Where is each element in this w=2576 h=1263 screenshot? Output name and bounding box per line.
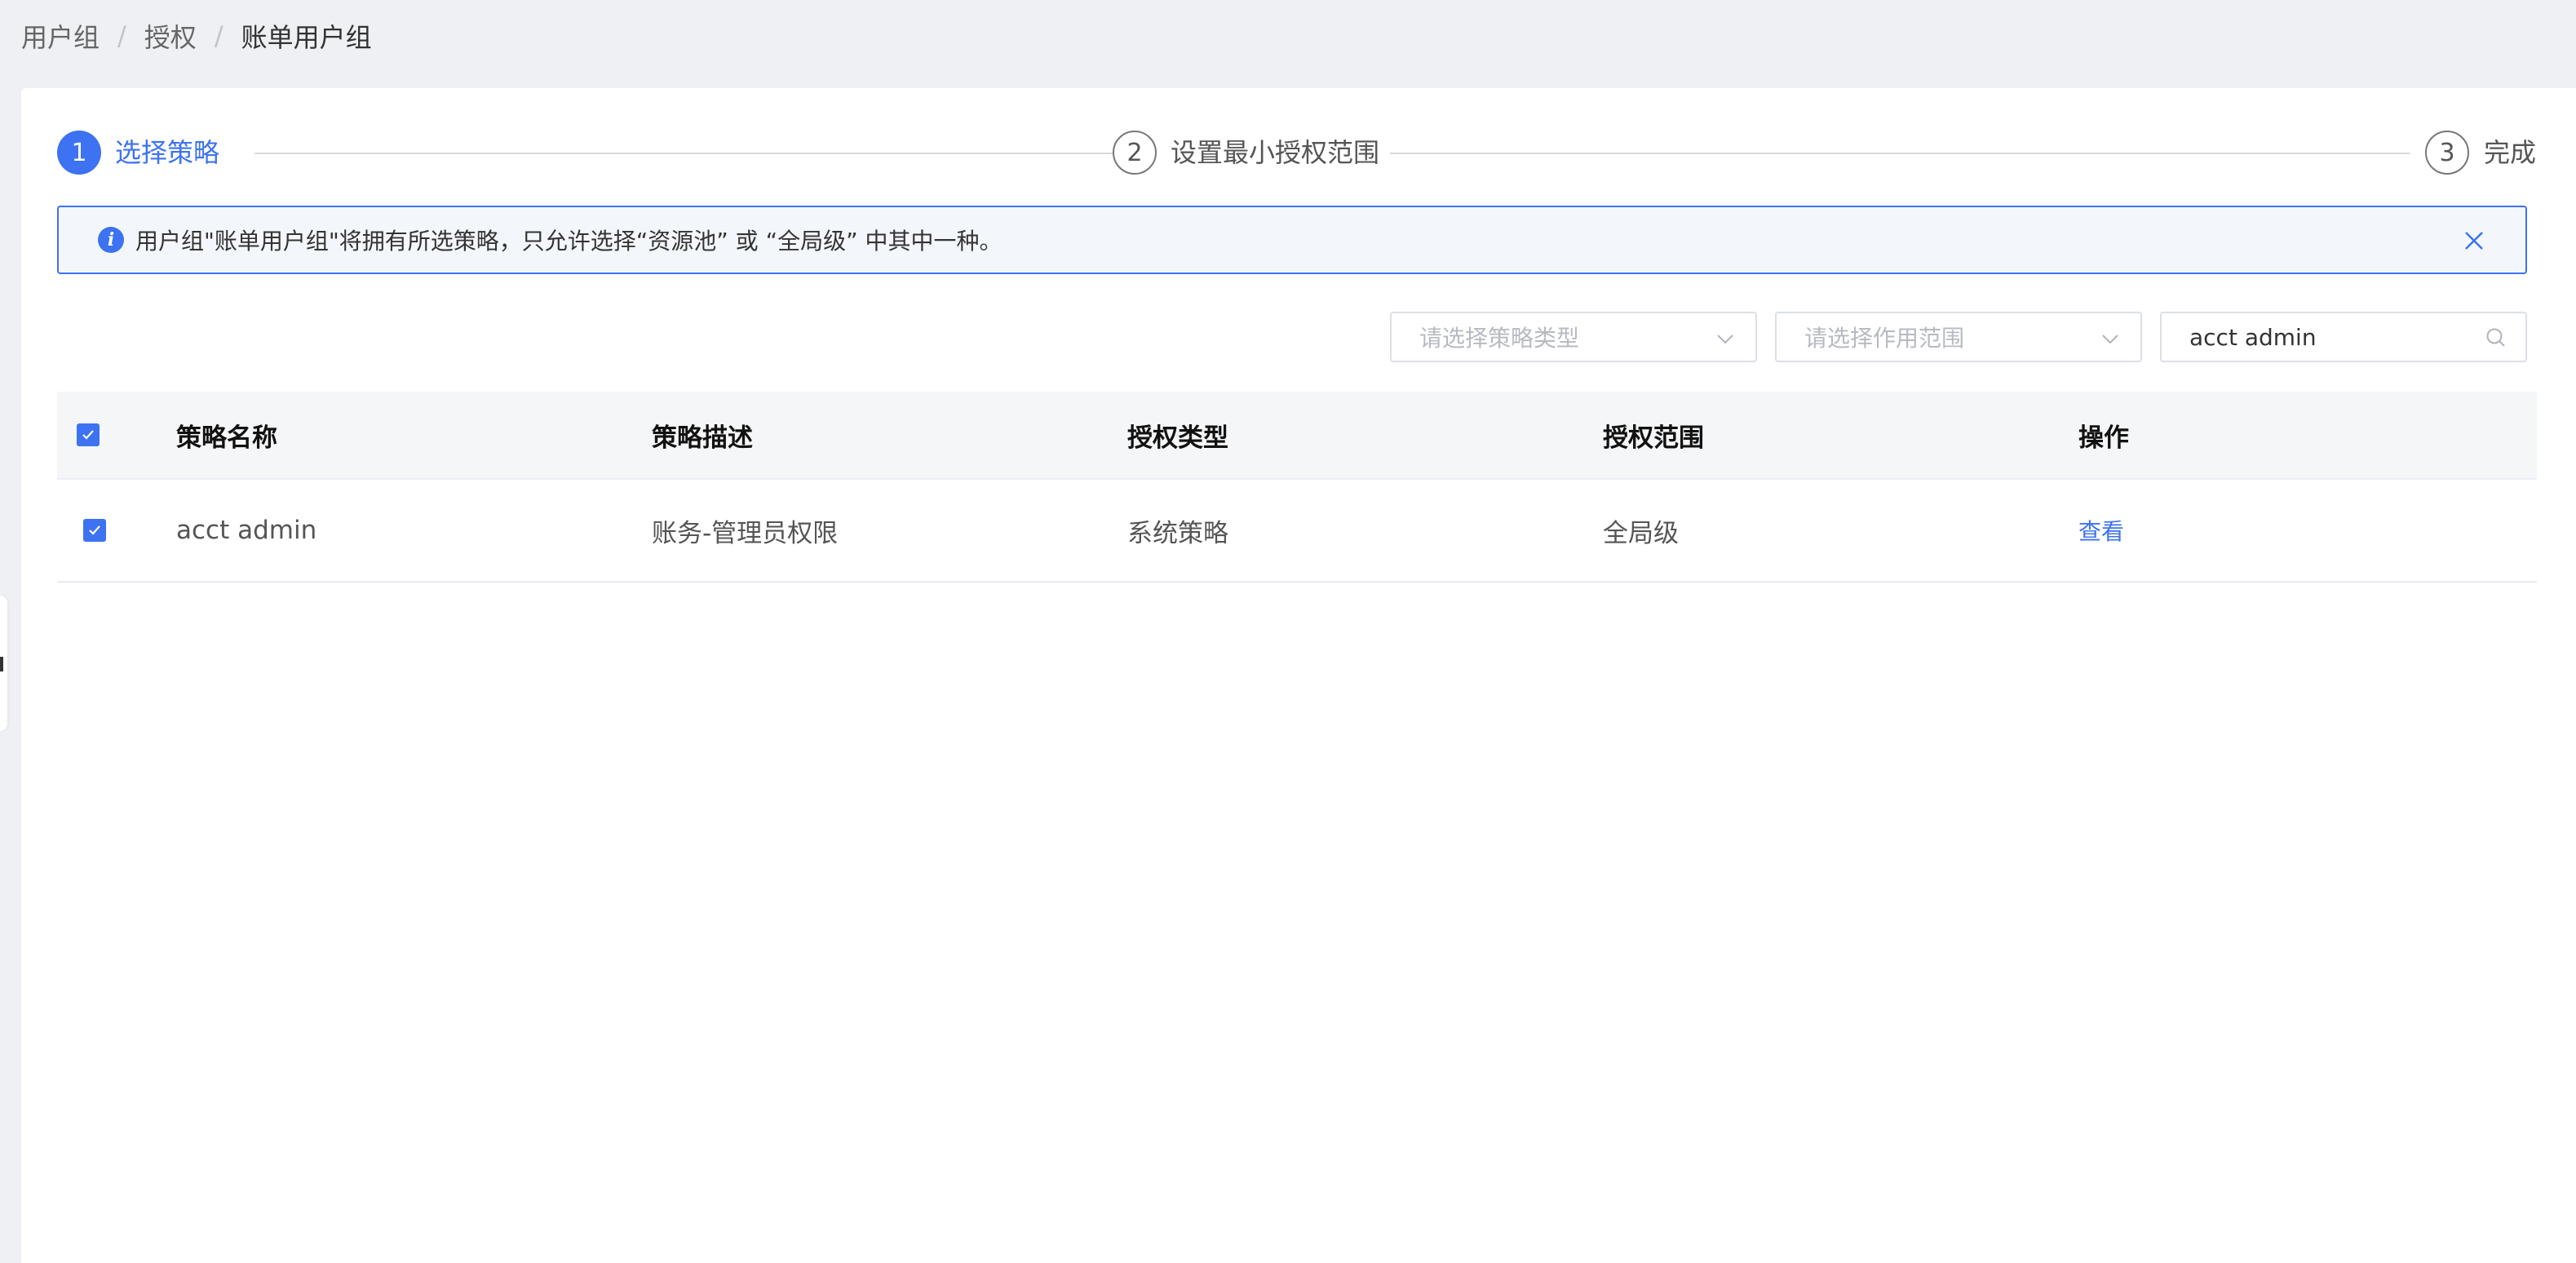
step-1-label: 选择策略 <box>115 137 220 168</box>
check-icon <box>82 430 94 440</box>
view-link[interactable]: 查看 <box>2078 514 2124 547</box>
search-icon[interactable] <box>2485 326 2507 349</box>
policy-type-select[interactable]: 请选择策略类型 <box>1390 312 1757 362</box>
step-2-label: 设置最小授权范围 <box>1171 137 1380 168</box>
search-input[interactable] <box>2162 314 2463 360</box>
cell-auth-scope: 全局级 <box>1603 518 1679 548</box>
cell-policy-name: acct admin <box>176 516 317 545</box>
breadcrumb: 用户组 / 授权 / 账单用户组 <box>21 18 372 54</box>
select-all-checkbox[interactable] <box>77 423 100 446</box>
breadcrumb-item-user-group[interactable]: 用户组 <box>21 17 100 55</box>
table-header: 策略名称 策略描述 授权类型 授权范围 操作 <box>57 392 2537 480</box>
step-1-number: 1 <box>57 131 101 175</box>
close-icon[interactable] <box>2462 228 2486 253</box>
alert-message: 用户组"账单用户组"将拥有所选策略，只允许选择“资源池” 或 “全局级” 中其中… <box>135 228 1003 255</box>
step-3-number: 3 <box>2425 131 2469 175</box>
side-collapse-handle[interactable] <box>0 596 7 731</box>
breadcrumb-item-authorize[interactable]: 授权 <box>144 17 197 55</box>
main-card: 1 选择策略 2 设置最小授权范围 3 完成 i 用户组"账单用户组"将拥有所选… <box>21 88 2576 1263</box>
cell-auth-type: 系统策略 <box>1127 518 1228 548</box>
scope-select[interactable]: 请选择作用范围 <box>1775 312 2142 362</box>
column-header-auth-scope: 授权范围 <box>1603 423 1704 453</box>
info-alert: i 用户组"账单用户组"将拥有所选策略，只允许选择“资源池” 或 “全局级” 中… <box>57 206 2527 274</box>
policy-table: 策略名称 策略描述 授权类型 授权范围 操作 acct admin 账务-管理员… <box>57 392 2537 583</box>
chevron-down-icon <box>1717 335 1733 344</box>
column-header-auth-type: 授权类型 <box>1127 423 1228 453</box>
select-all-cell <box>77 392 100 478</box>
step-3-label: 完成 <box>2484 137 2537 168</box>
column-header-policy-description: 策略描述 <box>652 423 753 453</box>
cell-action: 查看 <box>2078 480 2124 581</box>
row-select-cell <box>83 480 106 581</box>
policy-type-placeholder: 请选择策略类型 <box>1419 325 1580 352</box>
breadcrumb-separator: / <box>117 20 126 51</box>
cell-policy-description: 账务-管理员权限 <box>652 518 839 548</box>
scope-placeholder: 请选择作用范围 <box>1804 325 1965 352</box>
steps-bar: 1 选择策略 2 设置最小授权范围 3 完成 <box>57 124 2556 179</box>
row-checkbox[interactable] <box>83 519 106 542</box>
breadcrumb-separator: / <box>214 20 224 51</box>
check-icon <box>89 525 100 535</box>
step-connector-2 <box>1390 153 2410 154</box>
column-header-action: 操作 <box>2078 423 2129 453</box>
handle-mark <box>0 657 3 671</box>
chevron-down-icon <box>2102 335 2118 344</box>
step-2-number: 2 <box>1113 131 1157 175</box>
breadcrumb-item-current: 账单用户组 <box>241 22 372 53</box>
table-row: acct admin 账务-管理员权限 系统策略 全局级 查看 <box>57 480 2537 583</box>
step-connector-1 <box>255 153 1113 154</box>
column-header-policy-name: 策略名称 <box>176 423 277 453</box>
search-box <box>2160 312 2527 362</box>
info-icon: i <box>98 227 124 253</box>
